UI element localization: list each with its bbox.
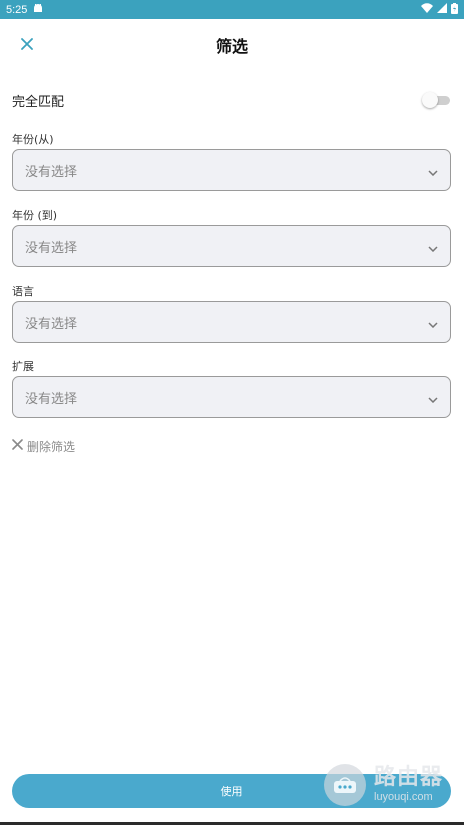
year-to-select[interactable]: 没有选择 xyxy=(12,225,451,267)
watermark-title: 路由器 xyxy=(374,765,444,790)
year-to-label: 年份 (到) xyxy=(12,209,58,222)
exact-match-row: 完全匹配 xyxy=(12,88,450,112)
close-icon xyxy=(12,439,23,453)
year-to-value: 没有选择 xyxy=(25,240,78,256)
year-from-value: 没有选择 xyxy=(25,164,78,180)
battery-icon xyxy=(451,2,458,17)
signal-icon xyxy=(437,3,447,16)
chevron-down-icon xyxy=(428,237,438,256)
extension-select[interactable]: 没有选择 xyxy=(12,376,451,418)
language-field: 语言 没有选择 xyxy=(12,285,451,343)
extension-label: 扩展 xyxy=(12,360,34,373)
exact-match-toggle[interactable] xyxy=(422,92,450,108)
wifi-icon xyxy=(421,3,433,16)
page-title: 筛选 xyxy=(215,37,248,56)
remove-filter-button[interactable]: 删除筛选 xyxy=(12,437,75,455)
status-time: 5:25 xyxy=(6,3,28,16)
router-logo-icon xyxy=(324,764,366,806)
language-label: 语言 xyxy=(12,285,34,298)
watermark-domain: luyouqi.com xyxy=(374,791,433,803)
year-from-select[interactable]: 没有选择 xyxy=(12,149,451,191)
chevron-down-icon xyxy=(428,388,438,407)
android-icon xyxy=(33,3,43,16)
watermark: 路由器 luyouqi.com xyxy=(324,762,464,808)
year-to-field: 年份 (到) 没有选择 xyxy=(12,209,451,267)
language-select[interactable]: 没有选择 xyxy=(12,301,451,343)
status-bar: 5:25 xyxy=(0,0,464,19)
exact-match-label: 完全匹配 xyxy=(12,94,65,110)
chevron-down-icon xyxy=(428,313,438,332)
year-from-field: 年份(从) 没有选择 xyxy=(12,133,451,191)
toggle-knob xyxy=(422,92,438,108)
extension-value: 没有选择 xyxy=(25,391,78,407)
language-value: 没有选择 xyxy=(25,316,78,332)
extension-field: 扩展 没有选择 xyxy=(12,360,451,418)
chevron-down-icon xyxy=(428,161,438,180)
header: 筛选 xyxy=(0,19,464,69)
year-from-label: 年份(从) xyxy=(12,133,54,146)
remove-filter-label: 删除筛选 xyxy=(27,439,76,454)
